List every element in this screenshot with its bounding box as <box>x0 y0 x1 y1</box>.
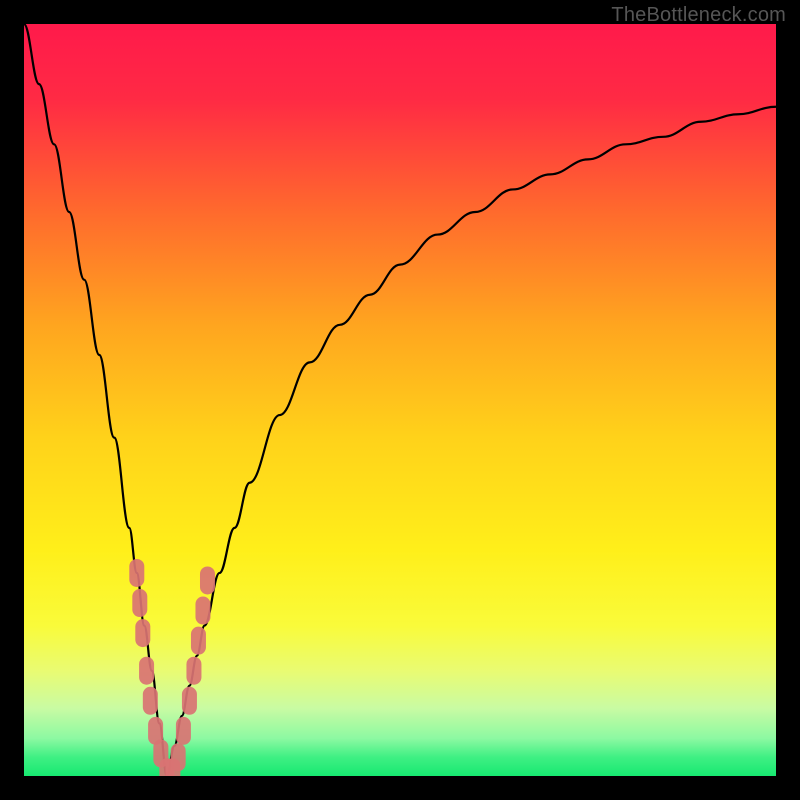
sample-marker <box>171 743 186 771</box>
sample-marker <box>143 687 158 715</box>
sample-marker <box>176 717 191 745</box>
sample-marker <box>195 597 210 625</box>
sample-marker <box>129 559 144 587</box>
watermark-text: TheBottleneck.com <box>611 4 786 27</box>
sample-marker <box>132 589 147 617</box>
sample-marker <box>135 619 150 647</box>
sample-marker <box>139 657 154 685</box>
sample-marker <box>200 566 215 594</box>
plot-area <box>24 24 776 776</box>
sample-marker <box>186 657 201 685</box>
sample-marker <box>182 687 197 715</box>
gradient-background <box>24 24 776 776</box>
sample-marker <box>191 627 206 655</box>
chart-frame: TheBottleneck.com <box>0 0 800 800</box>
